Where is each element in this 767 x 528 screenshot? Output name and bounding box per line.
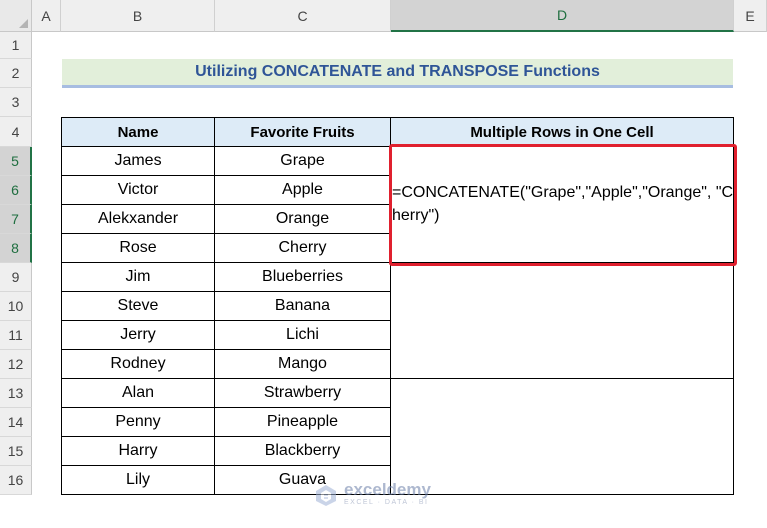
column-header-d[interactable]: D [391,0,734,32]
cell-name[interactable]: Rose [62,234,215,263]
row-header-7[interactable]: 7 [0,205,32,234]
row-header-15[interactable]: 15 [0,437,32,466]
select-all-corner[interactable] [0,0,32,32]
cell-fruit[interactable]: Cherry [215,234,391,263]
row-header-1[interactable]: 1 [0,32,32,59]
column-header-e[interactable]: E [734,0,767,32]
cell-name[interactable]: Harry [62,437,215,466]
cell-fruit[interactable]: Grape [215,147,391,176]
row-header-11[interactable]: 11 [0,321,32,350]
row-header-10[interactable]: 10 [0,292,32,321]
row-header-12[interactable]: 12 [0,350,32,379]
sheet-title: Utilizing CONCATENATE and TRANSPOSE Func… [195,63,600,80]
header-multiple-rows[interactable]: Multiple Rows in One Cell [391,118,734,147]
column-header-b[interactable]: B [61,0,215,32]
cell-name[interactable]: Jerry [62,321,215,350]
row-header-16[interactable]: 16 [0,466,32,495]
column-header-c[interactable]: C [215,0,391,32]
watermark-name: exceldemy [344,479,431,499]
select-all-triangle-icon [19,19,28,28]
cell-fruit[interactable]: Lichi [215,321,391,350]
cell-name[interactable]: James [62,147,215,176]
column-header-a[interactable]: A [32,0,61,32]
cell-fruit[interactable]: Orange [215,205,391,234]
row-header-14[interactable]: 14 [0,408,32,437]
row-header-13[interactable]: 13 [0,379,32,408]
cell-name[interactable]: Victor [62,176,215,205]
cell-fruit[interactable]: Blackberry [215,437,391,466]
cell-fruit[interactable]: Blueberries [215,263,391,292]
row-header-4[interactable]: 4 [0,117,32,147]
row-header-3[interactable]: 3 [0,88,32,117]
cell-name[interactable]: Rodney [62,350,215,379]
cell-name[interactable]: Penny [62,408,215,437]
merged-cell-d13-d16[interactable] [391,379,734,495]
highlight-box [389,144,737,266]
cell-fruit[interactable]: Pineapple [215,408,391,437]
header-favorite-fruits[interactable]: Favorite Fruits [215,118,391,147]
row-header-2[interactable]: 2 [0,59,32,88]
cell-fruit[interactable]: Mango [215,350,391,379]
cell-name[interactable]: Jim [62,263,215,292]
cell-name[interactable]: Alan [62,379,215,408]
cell-name[interactable]: Steve [62,292,215,321]
cell-fruit[interactable]: Banana [215,292,391,321]
spreadsheet: A B C D E 1 2 3 4 5 6 7 8 9 10 11 12 13 14 15 16 Utiliz… [0,0,767,528]
row-header-5[interactable]: 5 [0,147,32,176]
watermark-tagline: EXCEL · DATA · BI [344,498,429,506]
cell-fruit[interactable]: Strawberry [215,379,391,408]
row-header-9[interactable]: 9 [0,263,32,292]
title-cell[interactable]: Utilizing CONCATENATE and TRANSPOSE Func… [62,59,733,88]
exceldemy-logo-icon [312,481,340,507]
row-header-8[interactable]: 8 [0,234,32,263]
cell-fruit[interactable]: Apple [215,176,391,205]
row-header-6[interactable]: 6 [0,176,32,205]
watermark: exceldemy EXCEL · DATA · BI [312,481,431,507]
cell-name[interactable]: Alekxander [62,205,215,234]
merged-cell-d9-d12[interactable] [391,263,734,379]
header-name[interactable]: Name [62,118,215,147]
cell-name[interactable]: Lily [62,466,215,495]
